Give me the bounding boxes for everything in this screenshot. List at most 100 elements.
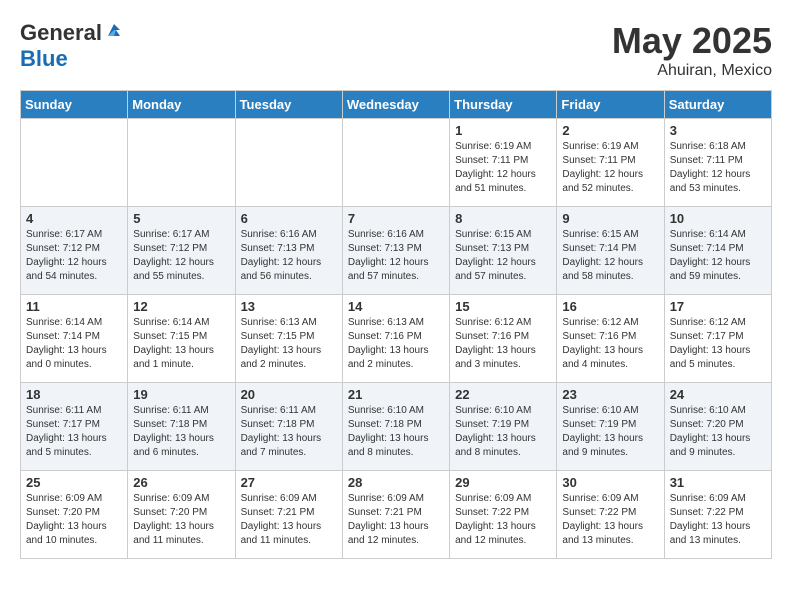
day-number: 21	[348, 387, 444, 402]
day-number: 8	[455, 211, 551, 226]
calendar-cell: 18 Sunrise: 6:11 AM Sunset: 7:17 PM Dayli…	[21, 383, 128, 471]
day-number: 19	[133, 387, 229, 402]
logo-general: General	[20, 20, 102, 46]
calendar-cell: 2 Sunrise: 6:19 AM Sunset: 7:11 PM Daylig…	[557, 119, 664, 207]
calendar-cell: 14 Sunrise: 6:13 AM Sunset: 7:16 PM Dayli…	[342, 295, 449, 383]
day-number: 6	[241, 211, 337, 226]
calendar-cell: 5Sunrise: 6:17 AM Sunset: 7:12 PM Daylig…	[128, 207, 235, 295]
day-number: 23	[562, 387, 658, 402]
day-info: Sunrise: 6:17 AM Sunset: 7:12 PM Dayligh…	[26, 228, 122, 284]
calendar-cell: 11Sunrise: 6:14 AM Sunset: 7:14 PM Dayli…	[21, 295, 128, 383]
day-number: 15	[455, 299, 551, 314]
day-info: Sunrise: 6:10 AM Sunset: 7:19 PM Dayligh…	[562, 404, 658, 460]
day-info: Sunrise: 6:14 AM Sunset: 7:14 PM Dayligh…	[670, 228, 766, 284]
day-info: Sunrise: 6:18 AM Sunset: 7:11 PM Dayligh…	[670, 140, 766, 196]
day-number: 7	[348, 211, 444, 226]
day-info: Sunrise: 6:13 AM Sunset: 7:15 PM Dayligh…	[241, 316, 337, 372]
day-number: 30	[562, 475, 658, 490]
calendar-cell: 23 Sunrise: 6:10 AM Sunset: 7:19 PM Dayli…	[557, 383, 664, 471]
day-info: Sunrise: 6:09 AM Sunset: 7:21 PM Dayligh…	[348, 492, 444, 548]
day-info: Sunrise: 6:09 AM Sunset: 7:22 PM Dayligh…	[670, 492, 766, 548]
calendar-cell: 31 Sunrise: 6:09 AM Sunset: 7:22 PM Dayli…	[664, 471, 771, 559]
day-info: Sunrise: 6:09 AM Sunset: 7:21 PM Dayligh…	[241, 492, 337, 548]
day-info: Sunrise: 6:11 AM Sunset: 7:17 PM Dayligh…	[26, 404, 122, 460]
calendar-cell: 19Sunrise: 6:11 AM Sunset: 7:18 PM Dayli…	[128, 383, 235, 471]
calendar-body: 1 Sunrise: 6:19 AM Sunset: 7:11 PM Daylig…	[21, 119, 772, 559]
calendar-cell: 30 Sunrise: 6:09 AM Sunset: 7:22 PM Dayli…	[557, 471, 664, 559]
calendar-cell: 6Sunrise: 6:16 AM Sunset: 7:13 PM Daylig…	[235, 207, 342, 295]
day-number: 5	[133, 211, 229, 226]
col-friday: Friday	[557, 91, 664, 119]
calendar-cell: 10 Sunrise: 6:14 AM Sunset: 7:14 PM Dayli…	[664, 207, 771, 295]
calendar-cell: 9 Sunrise: 6:15 AM Sunset: 7:14 PM Daylig…	[557, 207, 664, 295]
title-month: May 2025	[612, 20, 772, 62]
calendar-cell: 20Sunrise: 6:11 AM Sunset: 7:18 PM Dayli…	[235, 383, 342, 471]
day-info: Sunrise: 6:14 AM Sunset: 7:15 PM Dayligh…	[133, 316, 229, 372]
logo: General Blue	[20, 20, 123, 72]
day-number: 4	[26, 211, 122, 226]
day-info: Sunrise: 6:12 AM Sunset: 7:16 PM Dayligh…	[455, 316, 551, 372]
day-info: Sunrise: 6:10 AM Sunset: 7:20 PM Dayligh…	[670, 404, 766, 460]
calendar-header: Sunday Monday Tuesday Wednesday Thursday…	[21, 91, 772, 119]
calendar-cell: 22 Sunrise: 6:10 AM Sunset: 7:19 PM Dayli…	[450, 383, 557, 471]
day-info: Sunrise: 6:11 AM Sunset: 7:18 PM Dayligh…	[241, 404, 337, 460]
title-location: Ahuiran, Mexico	[612, 62, 772, 80]
calendar-cell: 3 Sunrise: 6:18 AM Sunset: 7:11 PM Daylig…	[664, 119, 771, 207]
calendar-cell: 4 Sunrise: 6:17 AM Sunset: 7:12 PM Daylig…	[21, 207, 128, 295]
day-number: 2	[562, 123, 658, 138]
day-info: Sunrise: 6:12 AM Sunset: 7:16 PM Dayligh…	[562, 316, 658, 372]
calendar-cell: 17 Sunrise: 6:12 AM Sunset: 7:17 PM Dayli…	[664, 295, 771, 383]
calendar-cell	[235, 119, 342, 207]
day-number: 12	[133, 299, 229, 314]
calendar-cell: 24Sunrise: 6:10 AM Sunset: 7:20 PM Dayli…	[664, 383, 771, 471]
day-number: 18	[26, 387, 122, 402]
day-number: 3	[670, 123, 766, 138]
day-info: Sunrise: 6:12 AM Sunset: 7:17 PM Dayligh…	[670, 316, 766, 372]
day-info: Sunrise: 6:09 AM Sunset: 7:22 PM Dayligh…	[562, 492, 658, 548]
calendar-table: Sunday Monday Tuesday Wednesday Thursday…	[20, 90, 772, 559]
calendar-cell: 8 Sunrise: 6:15 AM Sunset: 7:13 PM Daylig…	[450, 207, 557, 295]
day-info: Sunrise: 6:10 AM Sunset: 7:19 PM Dayligh…	[455, 404, 551, 460]
day-info: Sunrise: 6:13 AM Sunset: 7:16 PM Dayligh…	[348, 316, 444, 372]
day-info: Sunrise: 6:19 AM Sunset: 7:11 PM Dayligh…	[455, 140, 551, 196]
calendar-cell	[342, 119, 449, 207]
day-number: 17	[670, 299, 766, 314]
day-number: 1	[455, 123, 551, 138]
day-info: Sunrise: 6:09 AM Sunset: 7:20 PM Dayligh…	[26, 492, 122, 548]
day-number: 25	[26, 475, 122, 490]
calendar-cell: 28 Sunrise: 6:09 AM Sunset: 7:21 PM Dayli…	[342, 471, 449, 559]
day-number: 13	[241, 299, 337, 314]
calendar-cell: 12 Sunrise: 6:14 AM Sunset: 7:15 PM Dayli…	[128, 295, 235, 383]
day-number: 29	[455, 475, 551, 490]
page-header: General Blue May 2025 Ahuiran, Mexico	[20, 20, 772, 80]
day-number: 11	[26, 299, 122, 314]
logo-blue: Blue	[20, 46, 68, 72]
col-saturday: Saturday	[664, 91, 771, 119]
day-number: 22	[455, 387, 551, 402]
day-number: 10	[670, 211, 766, 226]
col-thursday: Thursday	[450, 91, 557, 119]
day-number: 16	[562, 299, 658, 314]
title-block: May 2025 Ahuiran, Mexico	[612, 20, 772, 80]
calendar-cell: 21 Sunrise: 6:10 AM Sunset: 7:18 PM Dayli…	[342, 383, 449, 471]
day-number: 14	[348, 299, 444, 314]
day-number: 28	[348, 475, 444, 490]
day-info: Sunrise: 6:15 AM Sunset: 7:14 PM Dayligh…	[562, 228, 658, 284]
calendar-cell: 29Sunrise: 6:09 AM Sunset: 7:22 PM Dayli…	[450, 471, 557, 559]
day-info: Sunrise: 6:10 AM Sunset: 7:18 PM Dayligh…	[348, 404, 444, 460]
calendar-cell: 25 Sunrise: 6:09 AM Sunset: 7:20 PM Dayli…	[21, 471, 128, 559]
day-info: Sunrise: 6:15 AM Sunset: 7:13 PM Dayligh…	[455, 228, 551, 284]
col-tuesday: Tuesday	[235, 91, 342, 119]
day-number: 9	[562, 211, 658, 226]
calendar-cell: 27Sunrise: 6:09 AM Sunset: 7:21 PM Dayli…	[235, 471, 342, 559]
day-number: 31	[670, 475, 766, 490]
col-sunday: Sunday	[21, 91, 128, 119]
day-number: 26	[133, 475, 229, 490]
calendar-cell: 15 Sunrise: 6:12 AM Sunset: 7:16 PM Dayli…	[450, 295, 557, 383]
calendar-cell	[128, 119, 235, 207]
calendar-cell: 26Sunrise: 6:09 AM Sunset: 7:20 PM Dayli…	[128, 471, 235, 559]
day-info: Sunrise: 6:19 AM Sunset: 7:11 PM Dayligh…	[562, 140, 658, 196]
calendar-cell	[21, 119, 128, 207]
col-monday: Monday	[128, 91, 235, 119]
col-wednesday: Wednesday	[342, 91, 449, 119]
